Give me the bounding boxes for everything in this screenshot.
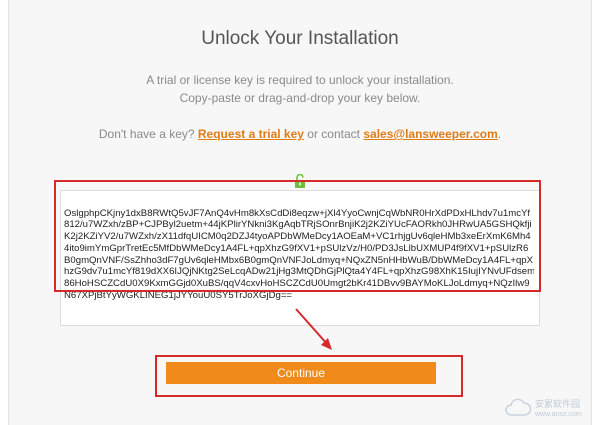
key-highlight-annotation: [54, 180, 541, 292]
page-title: Unlock Your Installation: [201, 28, 399, 49]
continue-button[interactable]: Continue: [166, 362, 436, 384]
watermark: 安累软件园 www.anxz.com: [505, 395, 595, 423]
sales-email-link[interactable]: sales@lansweeper.com: [363, 127, 497, 141]
request-trial-link[interactable]: Request a trial key: [198, 127, 304, 141]
subtitle-line-1: A trial or license key is required to un…: [146, 73, 454, 87]
contact-suffix: .: [497, 127, 502, 141]
contact-prefix: Don't have a key?: [98, 127, 195, 141]
contact-middle: or contact: [307, 127, 360, 141]
watermark-text: 安累软件园: [535, 399, 581, 409]
cloud-logo-icon: [505, 398, 531, 416]
contact-line: Don't have a key? Request a trial key or…: [0, 127, 600, 141]
red-arrow-annotation-icon: [295, 308, 332, 350]
watermark-url: www.anxz.com: [535, 411, 582, 418]
subtitle-line-2: Copy-paste or drag-and-drop your key bel…: [179, 91, 421, 105]
